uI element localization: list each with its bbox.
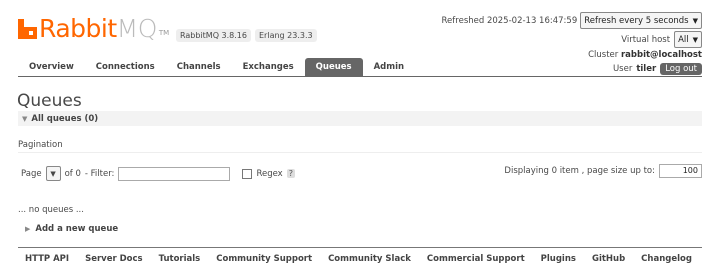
main-nav: Overview Connections Channels Exchanges … [18, 58, 415, 76]
tab-connections[interactable]: Connections [85, 58, 166, 76]
add-queue-toggle[interactable]: ▶ Add a new queue [25, 224, 118, 234]
cluster-label: Cluster [588, 50, 619, 60]
displaying-label: Displaying 0 item , page size up to: [504, 166, 655, 176]
tab-queues[interactable]: Queues [304, 58, 363, 76]
footer-link-plugins[interactable]: Plugins [541, 254, 576, 264]
chevron-down-icon: ▼ [692, 35, 698, 44]
add-queue-label: Add a new queue [35, 224, 119, 234]
all-queues-toggle[interactable]: ▼ All queues (0) [22, 114, 98, 124]
tab-channels[interactable]: Channels [166, 58, 232, 76]
rabbitmq-logo[interactable]: RabbitMQ TM [18, 16, 169, 42]
chevron-down-icon: ▼ [692, 16, 698, 25]
chevron-down-icon: ▼ [50, 169, 56, 178]
pagination-divider [18, 152, 702, 153]
footer-link-community-slack[interactable]: Community Slack [328, 254, 411, 264]
refresh-interval-select[interactable]: Refresh every 5 seconds ▼ [580, 12, 702, 29]
regex-checkbox[interactable] [242, 168, 253, 179]
all-queues-section-bar[interactable] [18, 111, 702, 126]
cluster-info: Cluster rabbit@localhost [588, 50, 702, 60]
regex-help-icon[interactable]: ? [286, 169, 295, 178]
tab-exchanges[interactable]: Exchanges [232, 58, 305, 76]
user-name: tiler [636, 64, 657, 74]
footer-divider [18, 247, 702, 248]
page-size-control: Displaying 0 item , page size up to: 100 [504, 164, 702, 178]
tab-admin[interactable]: Admin [363, 58, 416, 76]
user-label: User [612, 64, 633, 74]
page-count-label: of 0 [64, 168, 81, 179]
section-title: All queues (0) [31, 114, 99, 124]
vhost-select[interactable]: All ▼ [674, 31, 702, 48]
refreshed-timestamp: Refreshed 2025-02-13 16:47:59 [441, 15, 578, 26]
rabbitmq-version-badge: RabbitMQ 3.8.16 [176, 29, 251, 42]
tab-overview[interactable]: Overview [18, 58, 85, 76]
logo-trademark: TM [158, 29, 170, 37]
page-size-input[interactable]: 100 [659, 164, 702, 178]
pagination-controls: Page ▼ of 0 - Filter: Regex ? [21, 166, 295, 181]
cluster-name: rabbit@localhost [620, 50, 702, 60]
footer-link-github[interactable]: GitHub [592, 254, 625, 264]
nav-divider [18, 76, 702, 77]
footer-link-tutorials[interactable]: Tutorials [159, 254, 201, 264]
refresh-status: Refreshed 2025-02-13 16:47:59 Refresh ev… [442, 12, 702, 29]
erlang-version-badge: Erlang 23.3.3 [255, 29, 317, 42]
filter-label: - Filter: [84, 168, 115, 179]
expand-triangle-icon: ▶ [25, 225, 31, 233]
empty-state-text: ... no queues ... [18, 205, 84, 215]
footer-link-changelog[interactable]: Changelog [641, 254, 692, 264]
rabbitmq-logo-icon [18, 19, 37, 39]
footer-link-http-api[interactable]: HTTP API [25, 254, 69, 264]
virtual-host-control: Virtual host All ▼ [621, 31, 702, 48]
user-info: User tiler Log out [613, 63, 702, 75]
pagination-label: Pagination [18, 140, 63, 150]
footer-link-server-docs[interactable]: Server Docs [85, 254, 143, 264]
filter-input[interactable] [118, 166, 231, 181]
page-title: Queues [17, 91, 82, 111]
collapse-triangle-icon: ▼ [22, 115, 28, 123]
page-select[interactable]: ▼ [45, 166, 61, 181]
footer-links: HTTP API Server Docs Tutorials Community… [25, 254, 692, 264]
footer-link-commercial-support[interactable]: Commercial Support [427, 254, 525, 264]
footer-link-community-support[interactable]: Community Support [216, 254, 312, 264]
vhost-label: Virtual host [621, 34, 671, 45]
logo-text: RabbitMQ [39, 14, 157, 43]
page-label: Page [21, 168, 42, 179]
regex-label: Regex [256, 168, 283, 179]
logout-button[interactable]: Log out [660, 63, 702, 75]
